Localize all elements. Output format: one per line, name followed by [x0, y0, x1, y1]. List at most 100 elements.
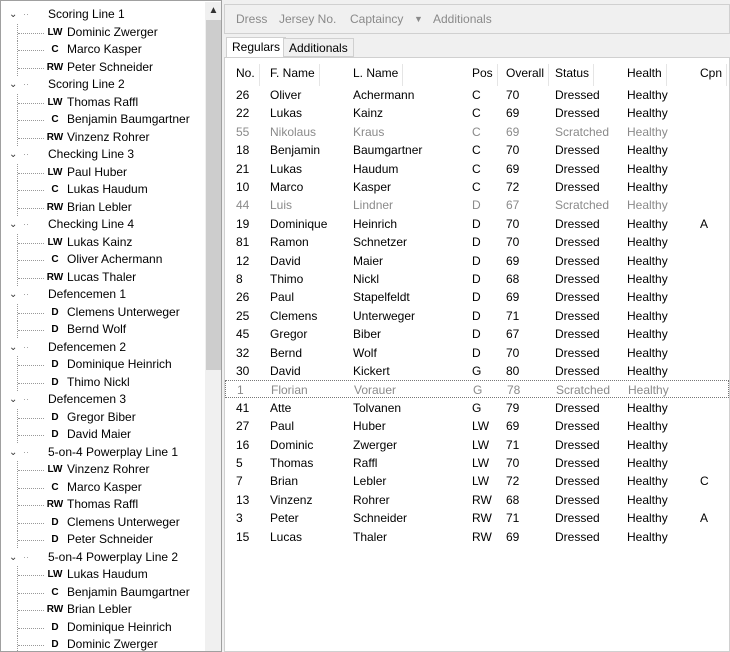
player-name: Dominic Zwerger	[67, 24, 158, 39]
table-row[interactable]: 12 David Maier D 69 Dressed Healthy	[225, 252, 729, 270]
captaincy-dropdown-icon[interactable]: ▼	[414, 14, 423, 24]
tree-player[interactable]: D Dominique Heinrich	[1, 356, 205, 373]
position-badge: RW	[45, 496, 65, 513]
position-badge: C	[45, 583, 65, 601]
tree-player[interactable]: D Dominic Zwerger	[1, 636, 205, 651]
cell-no: 21	[236, 161, 250, 176]
chevron-down-icon[interactable]: ⌄	[9, 6, 17, 23]
tree-player[interactable]: C Marco Kasper	[1, 478, 205, 496]
dress-button[interactable]: Dress	[236, 12, 267, 26]
tree-player[interactable]: LW Lukas Haudum	[1, 566, 205, 583]
tree-player[interactable]: D Dominique Heinrich	[1, 618, 205, 636]
table-row[interactable]: 8 Thimo Nickl D 68 Dressed Healthy	[225, 270, 729, 288]
tree-player[interactable]: D Bernd Wolf	[1, 321, 205, 338]
tab-regulars[interactable]: Regulars	[226, 37, 287, 58]
column-header-cpn[interactable]: Cpn	[700, 64, 728, 86]
tree-player[interactable]: C Benjamin Baumgartner	[1, 583, 205, 601]
tree-group[interactable]: ⌄ ·· 5-on-4 Powerplay Line 2	[1, 549, 205, 566]
chevron-down-icon[interactable]: ⌄	[9, 76, 17, 93]
tree-player[interactable]: LW Thomas Raffl	[1, 93, 205, 111]
table-row[interactable]: 26 Paul Stapelfeldt D 69 Dressed Healthy	[225, 288, 729, 306]
tree-player[interactable]: C Marco Kasper	[1, 41, 205, 58]
chevron-down-icon[interactable]: ⌄	[9, 391, 17, 408]
scroll-thumb[interactable]	[206, 20, 221, 370]
table-row[interactable]: 27 Paul Huber LW 69 Dressed Healthy	[225, 417, 729, 435]
table-row[interactable]: 21 Lukas Haudum C 69 Dressed Healthy	[225, 160, 729, 178]
chevron-down-icon[interactable]: ⌄	[9, 549, 17, 566]
player-name: Benjamin Baumgartner	[67, 584, 190, 599]
table-row[interactable]: 55 Nikolaus Kraus C 69 Scratched Healthy	[225, 123, 729, 141]
table-row[interactable]: 13 Vinzenz Rohrer RW 68 Dressed Healthy	[225, 491, 729, 509]
tree-group[interactable]: ⌄ ·· Defencemen 3	[1, 391, 205, 408]
tree-player[interactable]: C Oliver Achermann	[1, 251, 205, 268]
lines-tree[interactable]: ⌄ ·· Scoring Line 1 LW Dominic Zwerger C Marco…	[0, 0, 222, 652]
table-row[interactable]: 22 Lukas Kainz C 69 Dressed Healthy	[225, 104, 729, 122]
column-header-first-name[interactable]: F. Name	[270, 64, 320, 86]
tree-player[interactable]: D Clemens Unterweger	[1, 303, 205, 321]
table-row[interactable]: 3 Peter Schneider RW 71 Dressed Healthy A	[225, 509, 729, 527]
table-row[interactable]: 16 Dominic Zwerger LW 71 Dressed Healthy	[225, 436, 729, 454]
chevron-down-icon[interactable]: ⌄	[9, 146, 17, 163]
cell-first-name: Bernd	[270, 345, 303, 360]
column-header-status[interactable]: Status	[555, 64, 595, 86]
additionals-button[interactable]: Additionals	[433, 12, 492, 26]
tree-player[interactable]: RW Brian Lebler	[1, 198, 205, 216]
table-row[interactable]: 32 Bernd Wolf D 70 Dressed Healthy	[225, 344, 729, 362]
jersey-no-button[interactable]: Jersey No.	[279, 12, 336, 26]
table-row[interactable]: 7 Brian Lebler LW 72 Dressed Healthy C	[225, 472, 729, 490]
scroll-up-icon[interactable]: ▲	[205, 2, 221, 19]
chevron-down-icon[interactable]: ⌄	[9, 339, 17, 356]
cell-status: Scratched	[555, 198, 610, 213]
chevron-down-icon[interactable]: ⌄	[9, 286, 17, 303]
tree-player[interactable]: C Benjamin Baumgartner	[1, 111, 205, 128]
table-row[interactable]: 25 Clemens Unterweger D 71 Dressed Healthy	[225, 307, 729, 325]
column-header-health[interactable]: Health	[627, 64, 667, 86]
table-row[interactable]: 44 Luis Lindner D 67 Scratched Healthy	[225, 196, 729, 214]
tree-group[interactable]: ⌄ ·· Defencemen 2	[1, 339, 205, 356]
tree-group[interactable]: ⌄ ·· Scoring Line 1	[1, 6, 205, 23]
table-row[interactable]: 18 Benjamin Baumgartner C 70 Dressed Healthy	[225, 141, 729, 159]
tree-group[interactable]: ⌄ ·· Checking Line 4	[1, 216, 205, 233]
column-header-pos[interactable]: Pos	[472, 64, 498, 86]
table-row[interactable]: 45 Gregor Biber D 67 Dressed Healthy	[225, 325, 729, 343]
table-row[interactable]: 1 Florian Vorauer G 78 Scratched Healthy	[225, 380, 729, 399]
tree-player[interactable]: RW Vinzenz Rohrer	[1, 128, 205, 146]
tree-scrollbar[interactable]: ▲	[205, 2, 221, 651]
table-row[interactable]: 10 Marco Kasper C 72 Dressed Healthy	[225, 178, 729, 196]
column-header-overall[interactable]: Overall	[506, 64, 550, 86]
tree-player[interactable]: RW Brian Lebler	[1, 601, 205, 618]
tree-player[interactable]: LW Paul Huber	[1, 163, 205, 181]
tree-player[interactable]: D Gregor Biber	[1, 408, 205, 426]
captaincy-button[interactable]: Captaincy	[350, 12, 403, 26]
tree-group[interactable]: ⌄ ·· Scoring Line 2	[1, 76, 205, 93]
tree-player[interactable]: D David Maier	[1, 426, 205, 443]
tab-additionals[interactable]: Additionals	[283, 38, 354, 57]
chevron-down-icon[interactable]: ⌄	[9, 216, 17, 233]
tree-group[interactable]: ⌄ ·· Defencemen 1	[1, 286, 205, 303]
tree-player[interactable]: RW Lucas Thaler	[1, 268, 205, 286]
tree-player[interactable]: LW Vinzenz Rohrer	[1, 461, 205, 478]
tree-player[interactable]: RW Peter Schneider	[1, 58, 205, 76]
tree-player[interactable]: LW Dominic Zwerger	[1, 23, 205, 41]
table-row[interactable]: 5 Thomas Raffl LW 70 Dressed Healthy	[225, 454, 729, 472]
table-row[interactable]: 26 Oliver Achermann C 70 Dressed Healthy	[225, 86, 729, 104]
tree-player[interactable]: C Lukas Haudum	[1, 181, 205, 198]
tree-player[interactable]: D Thimo Nickl	[1, 373, 205, 391]
table-row[interactable]: 81 Ramon Schnetzer D 70 Dressed Healthy	[225, 233, 729, 251]
table-row[interactable]: 15 Lucas Thaler RW 69 Dressed Healthy	[225, 528, 729, 546]
tree-player[interactable]: D Clemens Unterweger	[1, 513, 205, 531]
tree-group[interactable]: ⌄ ·· Checking Line 3	[1, 146, 205, 163]
table-row[interactable]: 41 Atte Tolvanen G 79 Dressed Healthy	[225, 399, 729, 417]
tree-player[interactable]: RW Thomas Raffl	[1, 496, 205, 513]
column-header-last-name[interactable]: L. Name	[353, 64, 404, 86]
cell-health: Healthy	[627, 308, 668, 323]
position-badge: LW	[45, 93, 65, 111]
table-row[interactable]: 30 David Kickert G 80 Dressed Healthy	[225, 362, 729, 380]
tree-player[interactable]: LW Lukas Kainz	[1, 233, 205, 251]
tree-group[interactable]: ⌄ ·· 5-on-4 Powerplay Line 1	[1, 444, 205, 461]
chevron-down-icon[interactable]: ⌄	[9, 444, 17, 461]
cell-pos: C	[472, 180, 481, 194]
table-row[interactable]: 19 Dominique Heinrich D 70 Dressed Healthy A	[225, 215, 729, 233]
tree-player[interactable]: D Peter Schneider	[1, 531, 205, 548]
column-header-no[interactable]: No.	[236, 64, 260, 86]
